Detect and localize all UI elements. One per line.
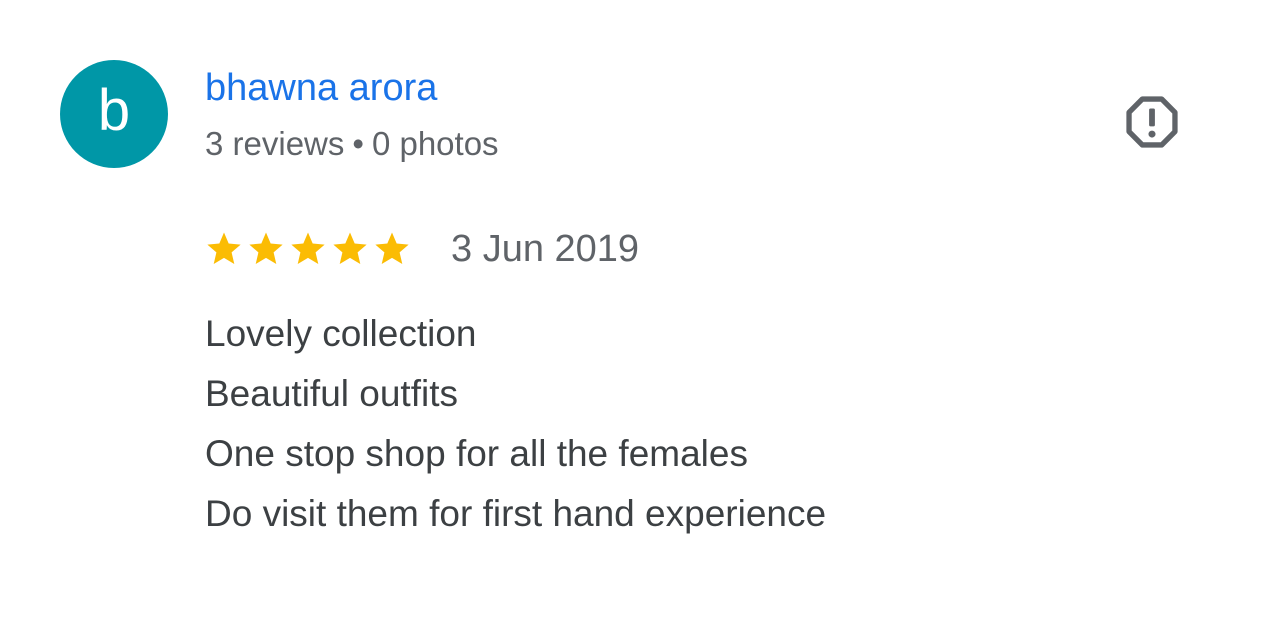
- star-rating: [205, 230, 415, 268]
- review-card: b bhawna arora 3 reviews • 0 photos 3 Jun …: [0, 0, 1284, 623]
- review-text: Lovely collection Beautiful outfits One …: [205, 304, 1205, 544]
- avatar[interactable]: b: [60, 60, 168, 168]
- avatar-initial: b: [97, 78, 131, 143]
- report-octagon-icon: [1126, 96, 1178, 148]
- star-icon: [375, 232, 409, 265]
- photos-count: 0 photos: [371, 125, 499, 162]
- author-name-link[interactable]: bhawna arora: [205, 64, 437, 112]
- star-icon: [291, 232, 325, 265]
- rating-row: 3 Jun 2019: [205, 226, 639, 272]
- review-text-line: Beautiful outfits: [205, 373, 458, 414]
- reviews-count: 3 reviews: [205, 125, 345, 162]
- meta-separator: •: [352, 125, 364, 162]
- review-text-line: Lovely collection: [205, 313, 477, 354]
- star-icon: [249, 232, 283, 265]
- review-date: 3 Jun 2019: [451, 228, 640, 270]
- star-icon: [207, 232, 241, 265]
- review-text-line: One stop shop for all the females: [205, 433, 748, 474]
- author-meta: 3 reviews • 0 photos: [205, 124, 499, 164]
- review-text-line: Do visit them for first hand experience: [205, 493, 827, 534]
- report-review-button[interactable]: [1118, 88, 1186, 156]
- star-icon: [333, 232, 367, 265]
